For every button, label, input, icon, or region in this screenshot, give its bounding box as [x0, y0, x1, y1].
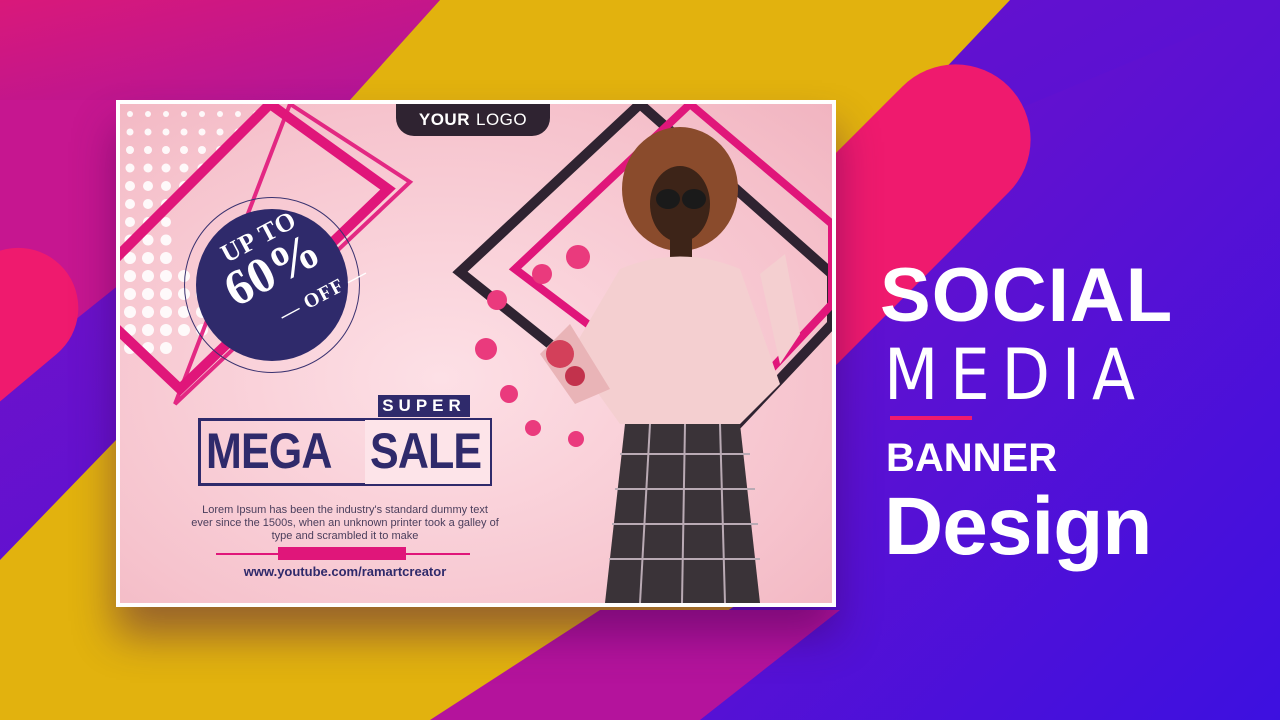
- logo-text-bold: YOUR: [418, 110, 470, 129]
- logo-text-light: LOGO: [476, 110, 528, 129]
- banner-card: YOUR LOGO UP TO 60% — OFF — SUPER MEGA SA…: [116, 100, 836, 607]
- headline-divider: [890, 416, 972, 420]
- fashion-model-photo: [540, 127, 800, 603]
- banner-content: YOUR LOGO UP TO 60% — OFF — SUPER MEGA SA…: [120, 104, 832, 603]
- logo-badge: YOUR LOGO: [396, 104, 550, 136]
- website-url: www.youtube.com/ramartcreator: [243, 564, 447, 579]
- headline-banner: BANNER: [886, 436, 1058, 480]
- headline-media: MEDIA: [884, 334, 1147, 416]
- sale-text: SALE: [370, 423, 482, 479]
- description-text: Lorem Ipsum has been the industry's stan…: [191, 504, 499, 542]
- super-label: SUPER: [378, 395, 470, 417]
- headline-design: Design: [884, 481, 1152, 572]
- headline-social: SOCIAL: [880, 253, 1174, 338]
- offer-badge: UP TO 60% — OFF —: [196, 205, 371, 361]
- mega-text: MEGA: [206, 423, 332, 479]
- divider-bar: [278, 547, 406, 560]
